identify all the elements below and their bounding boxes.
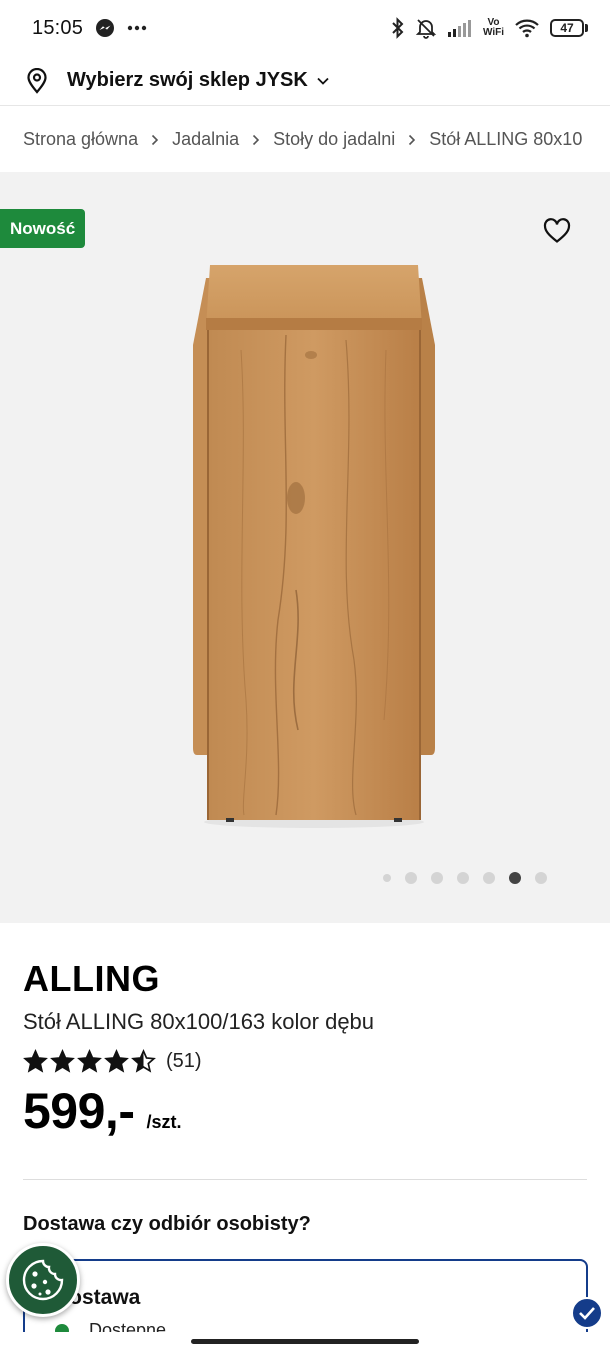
status-left: 15:05 bbox=[32, 17, 147, 40]
store-selector[interactable]: Wybierz swój sklep JYSK bbox=[0, 56, 610, 106]
divider bbox=[23, 1179, 587, 1180]
product-brand: ALLING bbox=[23, 958, 160, 999]
carousel-dot[interactable] bbox=[535, 872, 547, 884]
delivery-heading: Dostawa czy odbiór osobisty? bbox=[23, 1213, 311, 1235]
star-icon bbox=[23, 1049, 48, 1073]
breadcrumb-item-current: Stół ALLING 80x10 bbox=[429, 129, 583, 149]
product-gallery[interactable]: Nowość bbox=[0, 172, 610, 923]
carousel-dot[interactable] bbox=[383, 874, 391, 882]
carousel-dot[interactable] bbox=[405, 872, 417, 884]
battery-icon: 47 bbox=[550, 19, 588, 37]
price-unit: /szt. bbox=[146, 1112, 182, 1132]
location-pin-icon bbox=[25, 67, 49, 94]
chevron-right-icon bbox=[252, 134, 260, 146]
status-right: Vo WiFi 47 bbox=[391, 17, 588, 39]
star-icon bbox=[104, 1049, 129, 1073]
breadcrumb: Strona główna Jadalnia Stoły do jadalni … bbox=[0, 107, 610, 172]
breadcrumb-item-dining[interactable]: Jadalnia bbox=[172, 129, 239, 150]
heart-icon[interactable] bbox=[542, 216, 572, 246]
product-rating[interactable]: (51) bbox=[23, 1049, 202, 1074]
product-price: 599,- /szt. bbox=[23, 1082, 181, 1140]
star-icon bbox=[50, 1049, 75, 1073]
star-icon bbox=[131, 1049, 156, 1073]
cookie-icon bbox=[22, 1259, 64, 1301]
rating-count[interactable]: (51) bbox=[166, 1050, 202, 1073]
cookie-settings-button[interactable] bbox=[6, 1243, 80, 1317]
breadcrumb-item-tables[interactable]: Stoły do jadalni bbox=[273, 129, 395, 150]
messenger-icon bbox=[95, 18, 115, 38]
product-name: Stół ALLING 80x100/163 kolor dębu bbox=[23, 1009, 375, 1034]
carousel-dot[interactable] bbox=[431, 872, 443, 884]
system-nav-area bbox=[0, 1332, 610, 1356]
carousel-dots[interactable] bbox=[383, 872, 547, 884]
battery-tip bbox=[585, 24, 588, 32]
chevron-down-icon bbox=[316, 76, 330, 86]
bell-off-icon bbox=[415, 17, 437, 39]
chevron-right-icon bbox=[151, 134, 159, 146]
check-icon bbox=[571, 1297, 603, 1329]
carousel-dot[interactable] bbox=[457, 872, 469, 884]
chevron-right-icon bbox=[408, 134, 416, 146]
vowifi-icon: Vo WiFi bbox=[483, 18, 504, 38]
vowifi-bottom: WiFi bbox=[482, 27, 504, 38]
breadcrumb-item-home[interactable]: Strona główna bbox=[23, 129, 138, 150]
store-selector-label: Wybierz swój sklep JYSK bbox=[67, 69, 308, 91]
carousel-dot[interactable] bbox=[509, 872, 521, 884]
home-indicator[interactable] bbox=[191, 1339, 419, 1344]
price-value: 599,- bbox=[23, 1083, 135, 1139]
new-badge: Nowość bbox=[0, 209, 86, 248]
battery-level: 47 bbox=[550, 19, 584, 37]
carousel-dot[interactable] bbox=[483, 872, 495, 884]
product-image bbox=[193, 265, 435, 828]
bluetooth-icon bbox=[391, 17, 405, 39]
wifi-icon bbox=[514, 18, 540, 38]
signal-icon bbox=[447, 18, 473, 38]
star-icon bbox=[77, 1049, 102, 1073]
more-dots-icon bbox=[127, 25, 147, 31]
status-time: 15:05 bbox=[32, 16, 84, 39]
rating-stars bbox=[23, 1049, 156, 1074]
status-bar: 15:05 Vo WiFi 47 bbox=[0, 0, 610, 56]
